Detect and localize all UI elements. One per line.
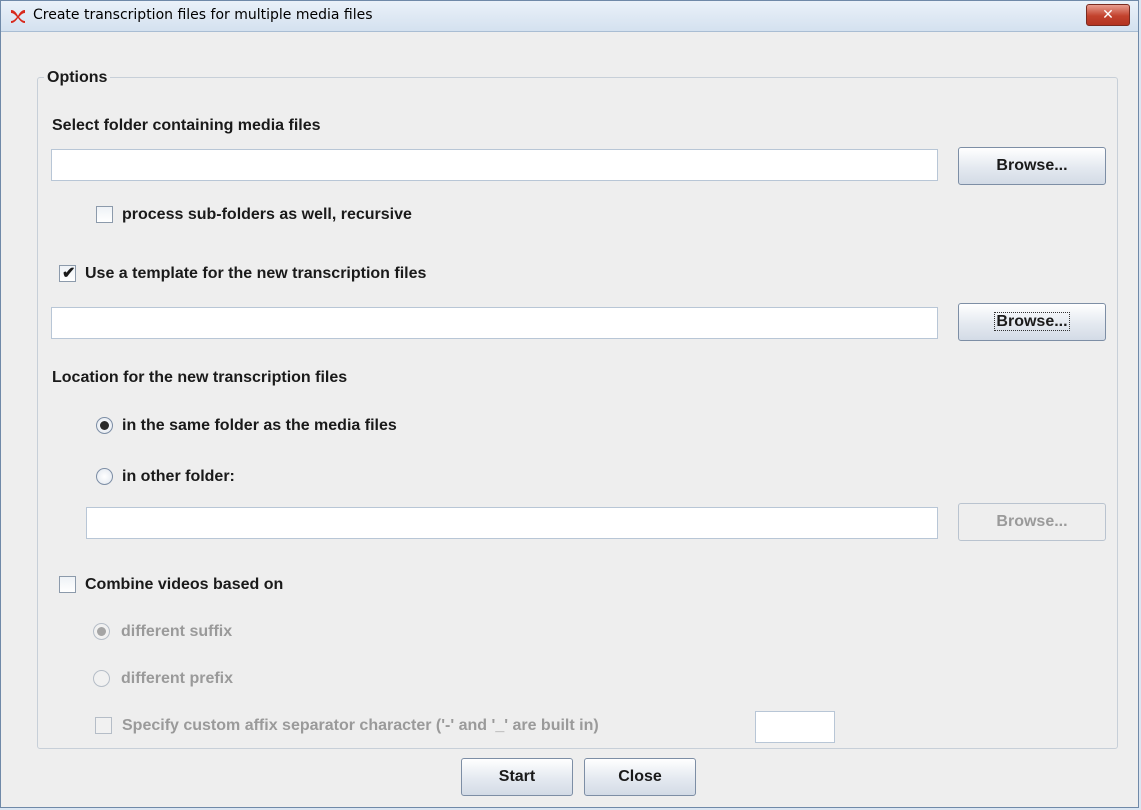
close-button[interactable]: Close <box>584 758 696 796</box>
combine-checkbox[interactable] <box>59 576 76 593</box>
other-folder-label: in other folder: <box>122 468 235 485</box>
radio-selected-dot <box>97 627 106 636</box>
same-folder-radio[interactable] <box>96 417 113 434</box>
template-input[interactable] <box>51 307 938 339</box>
prefix-label: different prefix <box>121 670 234 687</box>
other-folder-browse-button[interactable]: Browse... <box>958 503 1106 541</box>
title-bar[interactable]: Create transcription files for multiple … <box>1 1 1138 32</box>
elan-logo-icon <box>11 10 25 23</box>
prefix-radio[interactable] <box>93 670 110 687</box>
suffix-radio[interactable] <box>93 623 110 640</box>
media-folder-browse-button[interactable]: Browse... <box>958 147 1106 185</box>
other-folder-radio[interactable] <box>96 468 113 485</box>
custom-separator-checkbox[interactable] <box>95 717 112 734</box>
recursive-checkbox[interactable] <box>96 206 113 223</box>
options-legend: Options <box>44 69 111 87</box>
template-browse-button[interactable]: Browse... <box>958 303 1106 341</box>
radio-selected-dot <box>100 421 109 430</box>
template-checkbox[interactable]: ✔ <box>59 265 76 282</box>
combine-label: Combine videos based on <box>85 576 284 593</box>
close-icon: ✕ <box>1102 7 1114 23</box>
window-title: Create transcription files for multiple … <box>33 7 373 23</box>
template-label: Use a template for the new transcription… <box>85 265 427 282</box>
start-button[interactable]: Start <box>461 758 573 796</box>
checkmark-icon: ✔ <box>62 265 76 282</box>
location-label: Location for the new transcription files <box>52 369 348 386</box>
recursive-label: process sub-folders as well, recursive <box>122 206 412 223</box>
dialog-window: Create transcription files for multiple … <box>0 0 1139 808</box>
custom-separator-input[interactable] <box>755 711 835 743</box>
other-folder-input[interactable] <box>86 507 938 539</box>
same-folder-label: in the same folder as the media files <box>122 417 397 434</box>
custom-separator-label: Specify custom affix separator character… <box>122 717 599 734</box>
suffix-label: different suffix <box>121 623 233 640</box>
window-close-button[interactable]: ✕ <box>1086 4 1130 26</box>
media-folder-input[interactable] <box>51 149 938 181</box>
media-folder-label: Select folder containing media files <box>52 117 321 134</box>
